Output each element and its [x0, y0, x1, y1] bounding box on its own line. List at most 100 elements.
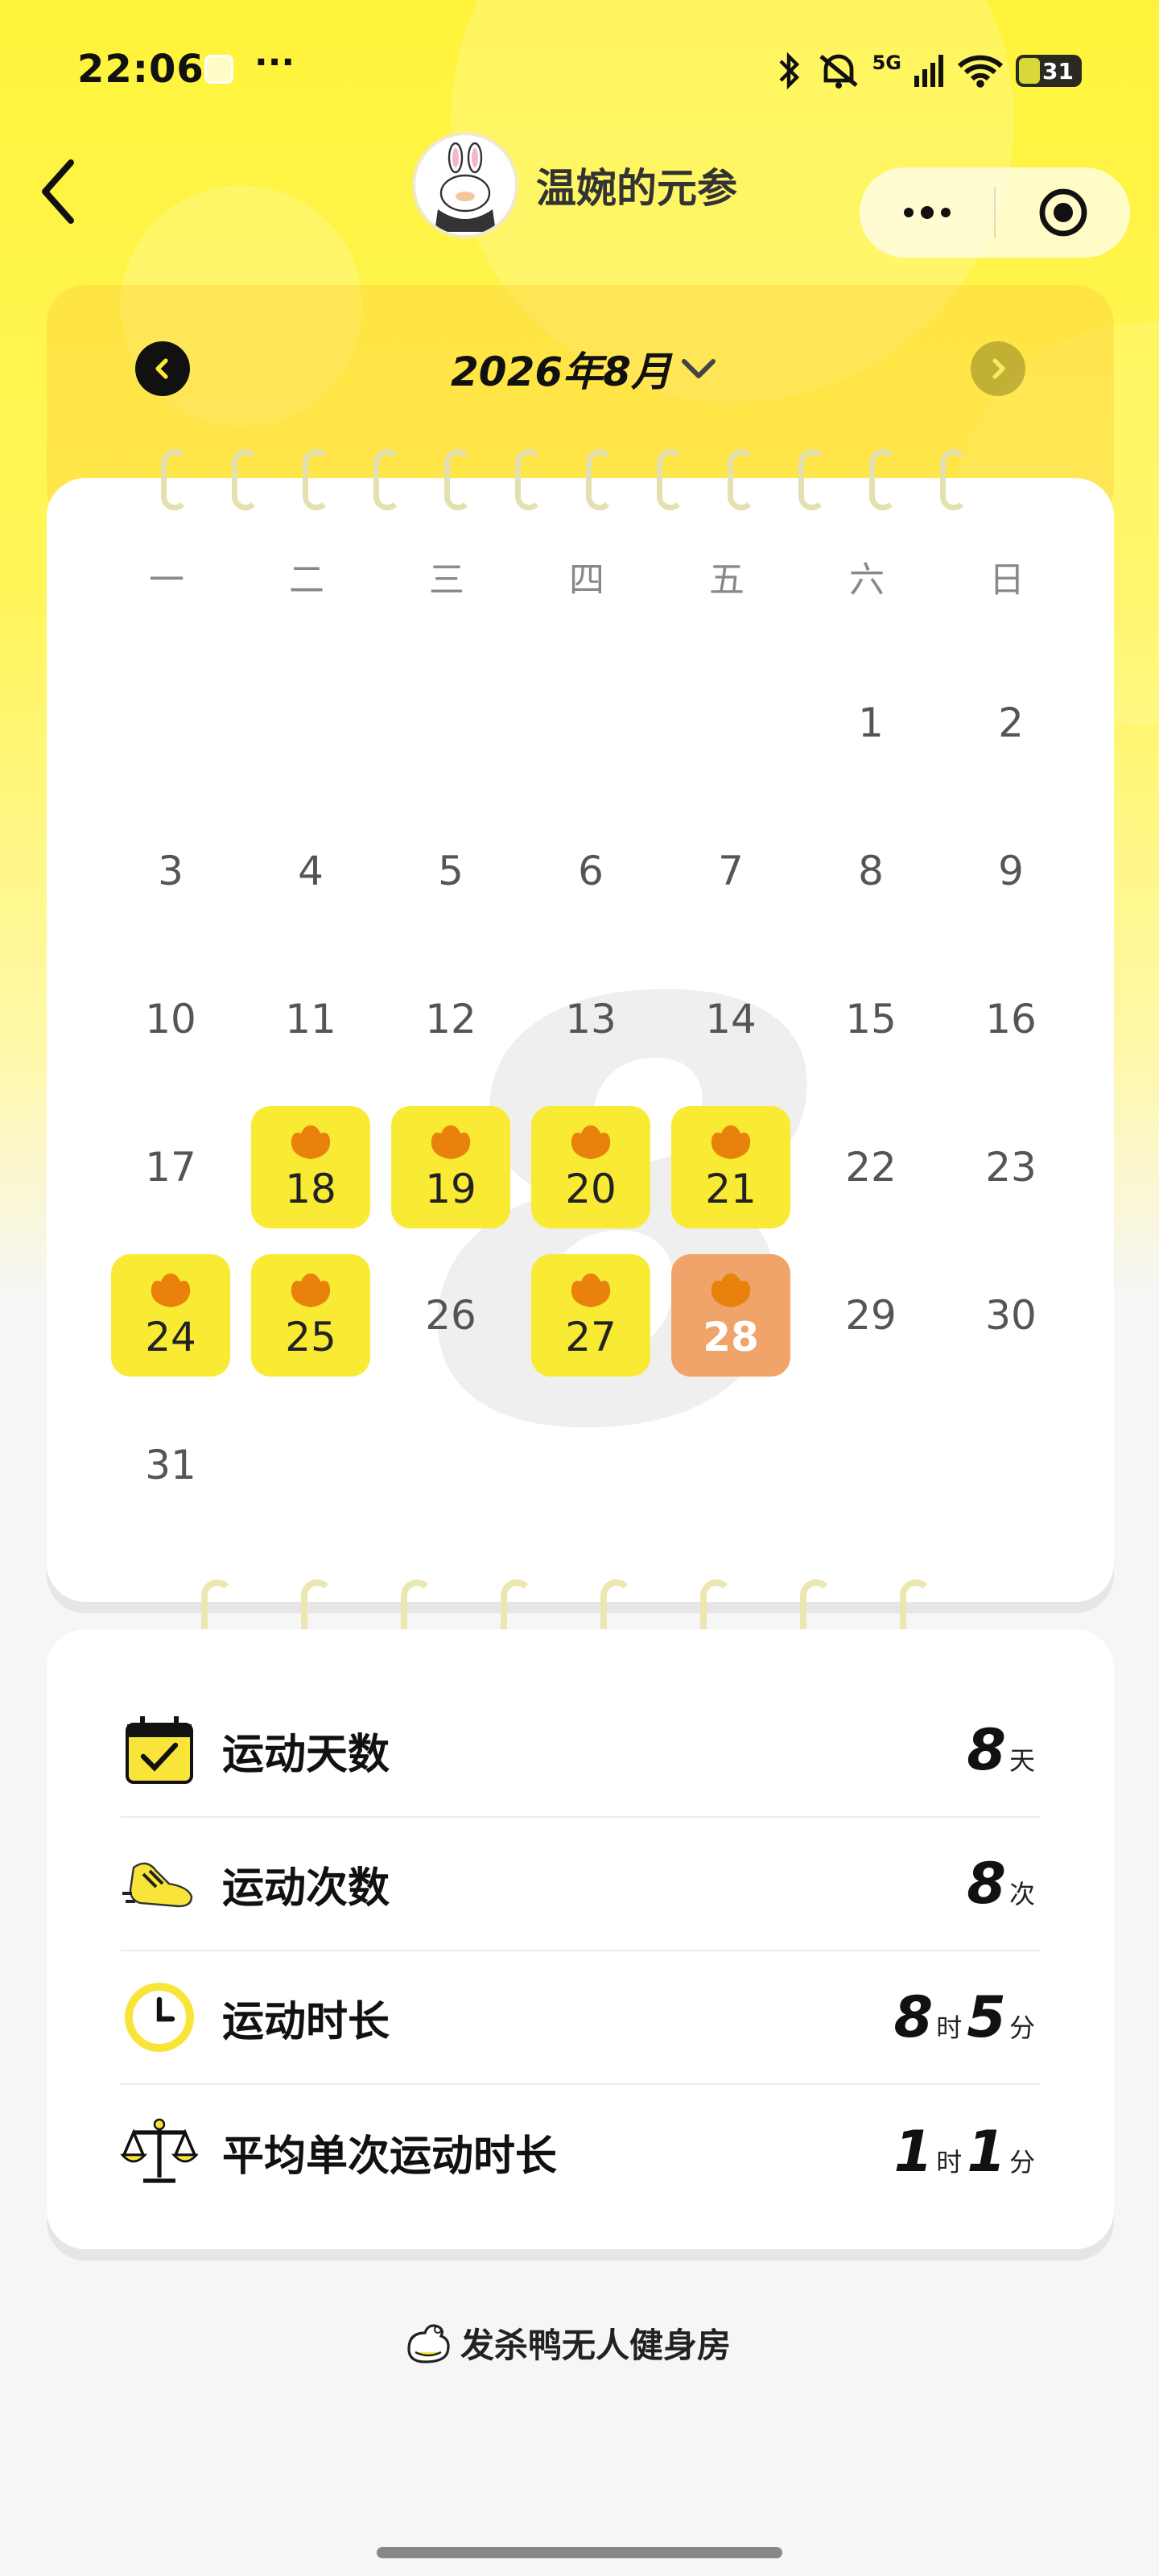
day-number: 23	[985, 1144, 1037, 1191]
weekday-label: 四	[569, 559, 604, 601]
stat-exercise-times: 运动次数 8 次	[121, 1818, 1040, 1951]
day-number: 27	[565, 1314, 617, 1360]
duck-icon	[151, 1274, 191, 1307]
calendar-day[interactable]: 2	[951, 662, 1070, 784]
calendar-day[interactable]: 6	[531, 810, 650, 932]
day-number: 19	[425, 1166, 476, 1212]
calendar-day-checked-in[interactable]: 24	[111, 1254, 230, 1377]
calendar-day[interactable]: 16	[951, 958, 1070, 1080]
status-icons: 5G 31	[773, 50, 1082, 92]
binder-ring	[869, 449, 897, 510]
calendar-day[interactable]: 8	[811, 810, 930, 932]
duck-icon	[431, 1125, 471, 1159]
day-number: 11	[285, 996, 336, 1042]
mute-icon	[819, 54, 858, 89]
day-number: 30	[985, 1292, 1037, 1339]
prev-month-button[interactable]	[135, 341, 190, 396]
stat-average-duration: 平均单次运动时长 1 时 1 分	[121, 2085, 1040, 2219]
wifi-icon	[957, 55, 1004, 88]
weekday-label: 二	[289, 559, 324, 601]
day-number: 8	[858, 848, 884, 894]
calendar-day[interactable]: 22	[811, 1106, 930, 1228]
status-more: ···	[254, 42, 295, 83]
calendar-day[interactable]: 10	[111, 958, 230, 1080]
calendar-day[interactable]: 30	[951, 1254, 1070, 1377]
day-number: 4	[298, 848, 324, 894]
day-number: 26	[425, 1292, 476, 1339]
calendar-day-checked-in[interactable]: 18	[251, 1106, 370, 1228]
brand-name: 发杀鸭无人健身房	[460, 2325, 732, 2365]
day-number: 17	[145, 1144, 196, 1191]
hour-unit: 时	[936, 2147, 963, 2178]
calendar-day[interactable]: 3	[111, 810, 230, 932]
binder-ring	[444, 449, 472, 510]
home-indicator[interactable]	[377, 2547, 782, 2558]
days-unit: 天	[1008, 1745, 1035, 1776]
month-label: 2026年8月	[451, 349, 671, 395]
calendar-day[interactable]: 9	[951, 810, 1070, 932]
calendar-day-checked-in[interactable]: 19	[391, 1106, 510, 1228]
binder-ring	[940, 449, 967, 510]
miniprogram-capsule	[860, 167, 1130, 258]
calendar-day[interactable]: 12	[391, 958, 510, 1080]
calendar-day-checked-in[interactable]: 20	[531, 1106, 650, 1228]
month-selector[interactable]: 2026年8月	[451, 336, 716, 401]
signal-icon	[914, 55, 943, 87]
stat-label: 运动时长	[222, 1997, 390, 2046]
calendar-day[interactable]: 17	[111, 1106, 230, 1228]
stat-value: 1 时 1 分	[894, 2119, 1040, 2185]
duck-logo-icon	[407, 2324, 450, 2363]
calendar-day[interactable]: 4	[251, 810, 370, 932]
day-number: 15	[845, 996, 897, 1042]
duck-icon	[291, 1274, 331, 1307]
calendar-day[interactable]: 11	[251, 958, 370, 1080]
stat-value: 8 次	[967, 1851, 1040, 1917]
profile-header[interactable]: 温婉的元参	[412, 132, 737, 238]
day-number: 20	[565, 1166, 617, 1212]
weekday-label: 日	[989, 559, 1025, 601]
stat-label: 运动天数	[222, 1730, 390, 1779]
bluetooth-icon	[779, 52, 799, 90]
network-type: 5G	[872, 52, 901, 74]
next-month-button[interactable]	[971, 341, 1025, 396]
close-miniprogram-button[interactable]	[996, 167, 1130, 258]
calendar-day[interactable]: 5	[391, 810, 510, 932]
calendar-check-icon	[121, 1711, 198, 1789]
calendar-day[interactable]: 7	[671, 810, 790, 932]
binder-ring	[232, 449, 259, 510]
day-number: 22	[845, 1144, 897, 1191]
clock-icon	[121, 1979, 198, 2056]
calendar-day[interactable]: 23	[951, 1106, 1070, 1228]
status-time: 22:06	[77, 47, 204, 92]
calendar-day[interactable]: 29	[811, 1254, 930, 1377]
calendar-day[interactable]: 31	[111, 1404, 230, 1526]
calendar-day[interactable]: 1	[811, 662, 930, 784]
target-icon	[1039, 188, 1087, 237]
day-number: 1	[858, 700, 884, 746]
calendar-day-checked-in[interactable]: 21	[671, 1106, 790, 1228]
times-unit: 次	[1008, 1879, 1035, 1909]
calendar-day[interactable]: 14	[671, 958, 790, 1080]
calendar-day[interactable]: 13	[531, 958, 650, 1080]
duration-minutes: 5	[967, 1984, 1006, 2050]
average-hours: 1	[893, 2119, 934, 2185]
calendar-day-today[interactable]: 28	[671, 1254, 790, 1377]
day-number: 14	[705, 996, 757, 1042]
calendar-day-checked-in[interactable]: 27	[531, 1254, 650, 1377]
more-button[interactable]	[860, 167, 994, 258]
minute-unit: 分	[1008, 2013, 1035, 2043]
balance-scale-icon	[121, 2113, 198, 2190]
back-button[interactable]	[32, 153, 84, 230]
day-number: 31	[145, 1442, 196, 1488]
day-number: 7	[718, 848, 744, 894]
calendar-grid: 8 一二三四五六日 123456789101112131415161718192…	[47, 478, 1114, 1602]
chevron-right-icon	[992, 358, 1005, 379]
avatar[interactable]	[412, 132, 518, 238]
calendar-day-checked-in[interactable]: 25	[251, 1254, 370, 1377]
battery-level: 31	[1042, 57, 1074, 85]
weekday-label: 六	[849, 559, 885, 601]
calendar-day[interactable]: 26	[391, 1254, 510, 1377]
calendar-day[interactable]: 15	[811, 958, 930, 1080]
times-value: 8	[967, 1851, 1006, 1917]
more-dots-icon	[903, 206, 951, 219]
